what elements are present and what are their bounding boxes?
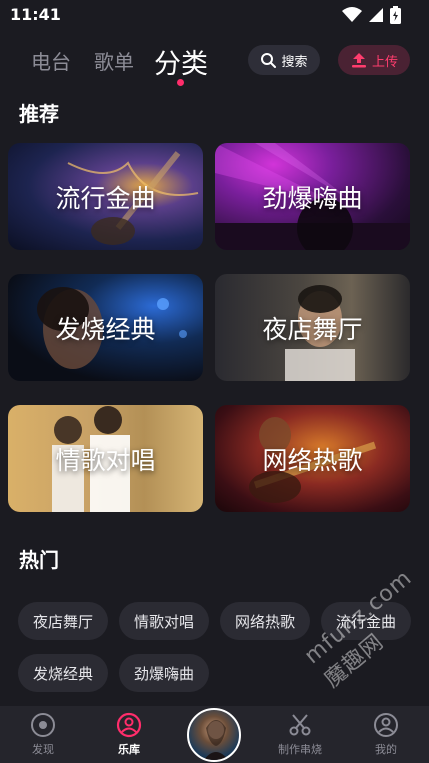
- library-icon: [116, 712, 142, 738]
- nav-item-make-medley[interactable]: 制作串烧: [257, 706, 343, 763]
- nav-label: 制作串烧: [278, 743, 322, 756]
- category-card-love-duets[interactable]: 情歌对唱: [8, 405, 203, 512]
- upload-label: 上传: [371, 54, 398, 70]
- card-label: 夜店舞厅: [262, 314, 363, 344]
- section-title-hot: 热门: [19, 548, 59, 572]
- category-card-party-hits[interactable]: 劲爆嗨曲: [215, 143, 410, 250]
- hot-tag-chip[interactable]: 情歌对唱: [119, 602, 209, 640]
- signal-icon: [369, 8, 383, 22]
- nav-label: 乐库: [118, 743, 140, 756]
- now-playing-avatar[interactable]: [187, 708, 241, 762]
- discover-icon: [31, 713, 55, 737]
- top-nav: 电台 歌单 分类 搜索 上传: [0, 38, 429, 88]
- nav-label: 我的: [375, 743, 397, 756]
- watermark: mfunz.com 魔趣网: [300, 565, 417, 693]
- category-card-pop-hits[interactable]: 流行金曲: [8, 143, 203, 250]
- tab-radio[interactable]: 电台: [31, 46, 71, 75]
- scissors-icon: [289, 714, 311, 736]
- status-time: 11:41: [10, 5, 61, 24]
- status-icons: [342, 6, 401, 24]
- battery-icon: [390, 6, 401, 24]
- profile-icon: [374, 713, 398, 737]
- upload-icon: [351, 53, 366, 68]
- wifi-icon: [342, 7, 362, 22]
- hot-tag-chip[interactable]: 发烧经典: [18, 654, 108, 692]
- search-label: 搜索: [281, 54, 308, 70]
- card-label: 流行金曲: [55, 183, 156, 213]
- card-label: 情歌对唱: [55, 445, 156, 475]
- category-card-internet-hits[interactable]: 网络热歌: [215, 405, 410, 512]
- upload-button[interactable]: 上传: [338, 45, 410, 75]
- hot-tag-chip[interactable]: 网络热歌: [220, 602, 310, 640]
- nav-item-discover[interactable]: 发现: [0, 706, 86, 763]
- tab-playlists[interactable]: 歌单: [94, 46, 134, 75]
- search-button[interactable]: 搜索: [248, 45, 320, 75]
- tab-categories[interactable]: 分类: [154, 42, 208, 81]
- search-icon: [261, 53, 277, 68]
- nav-label: 发现: [32, 743, 54, 756]
- status-bar: 11:41: [0, 0, 429, 30]
- section-title-recommend: 推荐: [19, 102, 59, 126]
- category-card-audiophile-classics[interactable]: 发烧经典: [8, 274, 203, 381]
- category-card-nightclub[interactable]: 夜店舞厅: [215, 274, 410, 381]
- hot-tag-chip[interactable]: 夜店舞厅: [18, 602, 108, 640]
- nav-item-mine[interactable]: 我的: [343, 706, 429, 763]
- hot-tag-chip[interactable]: 劲爆嗨曲: [119, 654, 209, 692]
- card-label: 发烧经典: [55, 314, 156, 344]
- active-tab-indicator: [177, 79, 184, 86]
- card-label: 劲爆嗨曲: [262, 183, 363, 213]
- nav-item-library[interactable]: 乐库: [86, 706, 172, 763]
- card-label: 网络热歌: [262, 445, 363, 475]
